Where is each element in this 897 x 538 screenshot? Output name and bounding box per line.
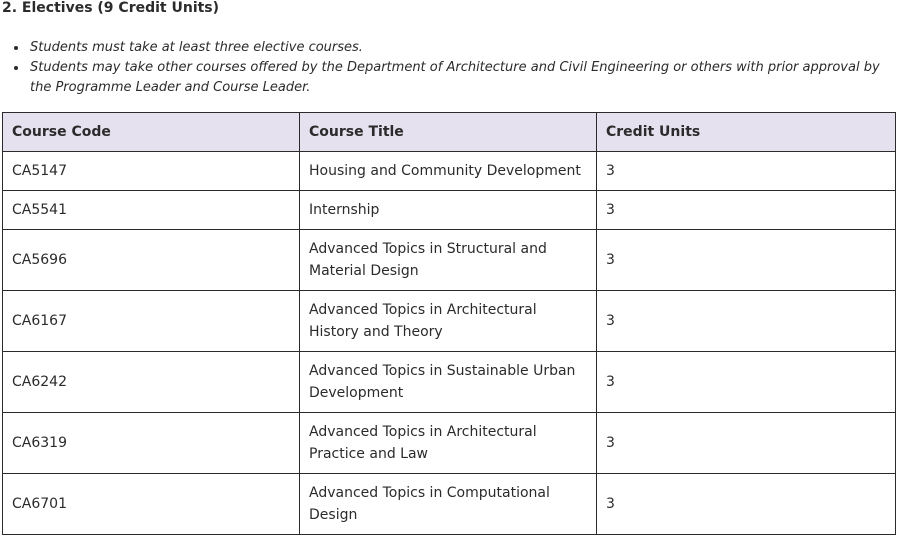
- header-course-title: Course Title: [299, 112, 597, 152]
- section-heading: 2. Electives (9 Credit Units): [2, 0, 220, 16]
- table-row: CA6701 Advanced Topics in Computational …: [2, 473, 896, 535]
- course-code: CA6701: [2, 473, 300, 535]
- header-row: Course Code Course Title Credit Units: [2, 112, 896, 152]
- table-row: CA5147 Housing and Community Development…: [2, 151, 896, 191]
- header-course-code: Course Code: [2, 112, 300, 152]
- course-title: Housing and Community Development: [299, 151, 597, 191]
- course-title: Advanced Topics in Computational Design: [299, 473, 597, 535]
- notes-list: Students must take at least three electi…: [12, 38, 897, 98]
- credit-units: 3: [596, 412, 896, 474]
- note-item: Students must take at least three electi…: [14, 38, 897, 58]
- course-code: CA6242: [2, 351, 300, 413]
- credit-units: 3: [596, 190, 896, 230]
- course-code: CA5147: [2, 151, 300, 191]
- course-code: CA6319: [2, 412, 300, 474]
- credit-units: 3: [596, 229, 896, 291]
- table-row: CA6319 Advanced Topics in Architectural …: [2, 412, 896, 474]
- table-row: CA6167 Advanced Topics in Architectural …: [2, 290, 896, 352]
- course-code: CA6167: [2, 290, 300, 352]
- course-title: Advanced Topics in Structural and Materi…: [299, 229, 597, 291]
- table-header: Course Code Course Title Credit Units: [2, 112, 896, 152]
- course-title: Internship: [299, 190, 597, 230]
- credit-units: 3: [596, 290, 896, 352]
- course-code: CA5541: [2, 190, 300, 230]
- table-row: CA5696 Advanced Topics in Structural and…: [2, 229, 896, 291]
- table-row: CA5541 Internship 3: [2, 190, 896, 230]
- course-title: Advanced Topics in Sustainable Urban Dev…: [299, 351, 597, 413]
- course-title: Advanced Topics in Architectural History…: [299, 290, 597, 352]
- course-code: CA5696: [2, 229, 300, 291]
- header-credit-units: Credit Units: [596, 112, 896, 152]
- electives-table: Course Code Course Title Credit Units CA…: [2, 112, 896, 535]
- table-body: CA5147 Housing and Community Development…: [2, 151, 896, 535]
- note-item: Students may take other courses offered …: [14, 58, 897, 98]
- table-row: CA6242 Advanced Topics in Sustainable Ur…: [2, 351, 896, 413]
- credit-units: 3: [596, 473, 896, 535]
- course-title: Advanced Topics in Architectural Practic…: [299, 412, 597, 474]
- credit-units: 3: [596, 151, 896, 191]
- credit-units: 3: [596, 351, 896, 413]
